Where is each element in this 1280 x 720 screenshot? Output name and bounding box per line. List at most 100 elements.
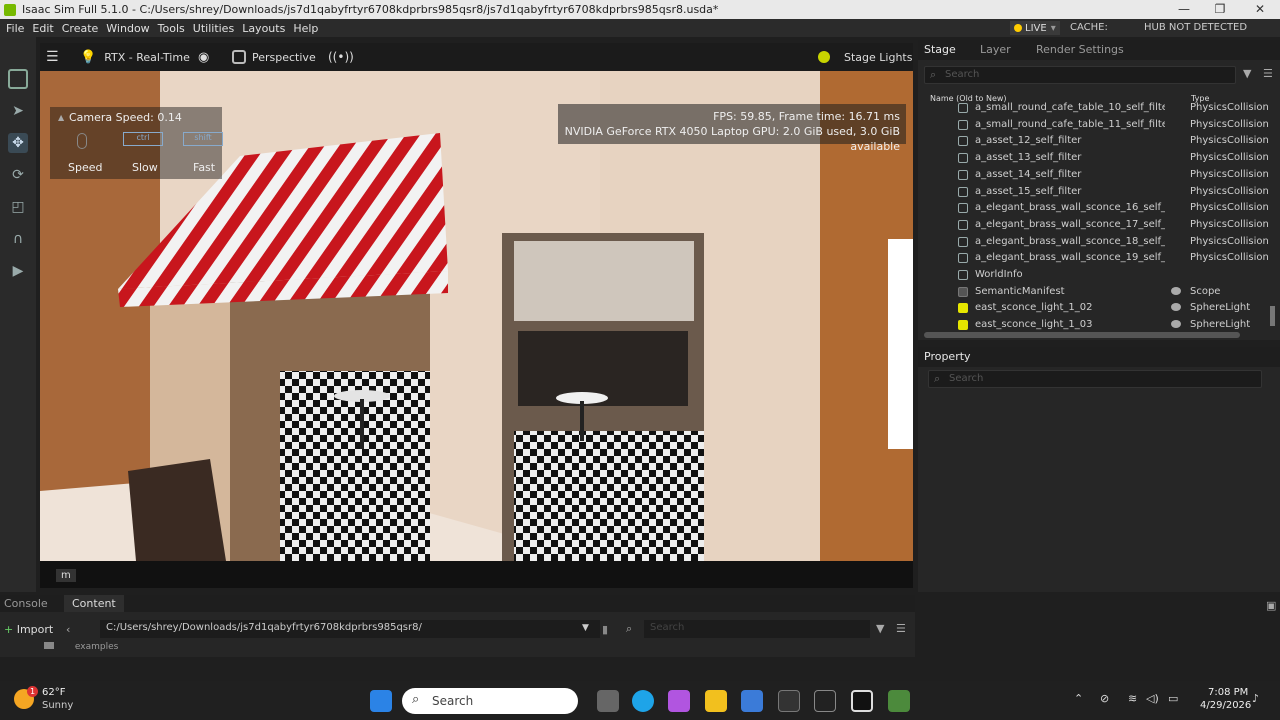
tab-stage[interactable]: Stage <box>924 43 956 56</box>
move-icon[interactable]: ✥ <box>8 133 28 153</box>
menu-utilities[interactable]: Utilities <box>189 22 238 35</box>
stage-row[interactable]: a_elegant_brass_wall_sconce_17_self_filt… <box>918 217 1273 233</box>
tab-layer[interactable]: Layer <box>980 43 1011 56</box>
stage-row[interactable]: a_small_round_cafe_table_11_self_filter P… <box>918 117 1273 133</box>
select-icon[interactable] <box>8 69 28 89</box>
menu-edit[interactable]: Edit <box>28 22 57 35</box>
camera-button[interactable]: Perspective <box>232 47 316 67</box>
stage-row-name: east_sconce_light_1_02 <box>975 302 1093 314</box>
chevron-down-icon[interactable]: ▼ <box>582 623 589 633</box>
audio-icon[interactable]: ((•)) <box>328 47 354 67</box>
tab-content[interactable]: Content <box>64 595 124 612</box>
stage-row[interactable]: a_asset_13_self_filter PhysicsCollision <box>918 150 1273 166</box>
tab-console[interactable]: Console <box>4 597 48 610</box>
filter-icon[interactable]: ▼ <box>1243 67 1251 80</box>
battery-icon[interactable]: ▭ <box>1168 692 1178 705</box>
clock-date[interactable]: 4/29/2026 <box>1200 700 1251 711</box>
task-view-icon[interactable] <box>597 690 619 712</box>
menu-window[interactable]: Window <box>102 22 153 35</box>
menu-icon[interactable]: ☰ <box>896 622 906 635</box>
minimize-button[interactable]: — <box>1164 0 1204 19</box>
mesh-icon <box>958 203 968 214</box>
chevron-up-icon[interactable]: ▲ <box>58 113 64 122</box>
stage-row[interactable]: a_asset_15_self_filter PhysicsCollision <box>918 184 1273 200</box>
measure-button[interactable]: m <box>56 569 76 582</box>
chevron-down-icon[interactable]: ▾ <box>1051 23 1056 34</box>
visibility-eye-icon[interactable] <box>1171 320 1181 329</box>
folder-item[interactable]: examples <box>44 642 118 652</box>
stage-row[interactable]: east_sconce_light_1_03 SphereLight <box>918 317 1273 333</box>
back-icon[interactable]: ‹ <box>66 623 70 636</box>
restore-button[interactable]: ❐ <box>1200 0 1240 19</box>
menu-bar: File Edit Create Window Tools Utilities … <box>0 19 1280 37</box>
3d-scene[interactable]: Camera Speed: 0.14 ▲ ctrl shift Speed Sl… <box>40 71 913 561</box>
stage-row[interactable]: a_elegant_brass_wall_sconce_18_self_filt… <box>918 234 1273 250</box>
chevron-up-icon[interactable]: ⌃ <box>1074 692 1083 705</box>
path-input[interactable]: C:/Users/shrey/Downloads/js7d1qabyfrtyr6… <box>100 620 600 638</box>
menu-icon[interactable]: ☰ <box>1263 67 1273 80</box>
wifi-icon[interactable]: ≋ <box>1128 692 1137 705</box>
tab-property[interactable]: Property <box>924 350 971 363</box>
file-explorer-icon[interactable] <box>705 690 727 712</box>
bookmark-icon[interactable]: ▮ <box>602 623 608 636</box>
isaac-sim-icon[interactable] <box>888 690 910 712</box>
epic-games-icon[interactable] <box>778 690 800 712</box>
network-off-icon[interactable]: ⊘ <box>1100 692 1109 705</box>
visibility-eye-icon[interactable] <box>1171 303 1181 312</box>
close-button[interactable]: ✕ <box>1240 0 1280 19</box>
renderer-label: RTX - Real-Time <box>104 50 190 64</box>
windows-start-icon[interactable] <box>370 690 392 712</box>
property-search-input[interactable]: Search <box>928 370 1262 388</box>
horizontal-scrollbar[interactable] <box>924 332 1240 338</box>
menu-tools[interactable]: Tools <box>154 22 189 35</box>
stage-row[interactable]: east_sconce_light_1_02 SphereLight <box>918 300 1273 316</box>
menu-create[interactable]: Create <box>58 22 103 35</box>
edge-icon[interactable] <box>632 690 654 712</box>
tab-render-settings[interactable]: Render Settings <box>1036 43 1124 56</box>
import-button[interactable]: + Import <box>4 623 53 636</box>
stage-row-name: a_elegant_brass_wall_sconce_19_self_filt <box>975 252 1165 264</box>
menu-layouts[interactable]: Layouts <box>238 22 289 35</box>
chat-icon[interactable]: ▣ <box>1266 599 1276 612</box>
store-icon[interactable] <box>741 690 763 712</box>
weather-desc: Sunny <box>42 700 74 711</box>
notification-icon[interactable]: ♪ <box>1252 692 1259 705</box>
stage-row[interactable]: a_asset_12_self_filter PhysicsCollision <box>918 133 1273 149</box>
renderer-button[interactable]: 💡 RTX - Real-Time <box>80 47 190 67</box>
stage-lights-button[interactable]: Stage Lights <box>818 47 912 67</box>
pointer-icon[interactable]: ➤ <box>8 101 28 121</box>
cube-icon <box>958 270 968 280</box>
scale-icon[interactable]: ◰ <box>8 197 28 217</box>
stage-row[interactable]: a_elegant_brass_wall_sconce_19_self_filt… <box>918 250 1273 266</box>
play-icon[interactable]: ▶ <box>8 261 28 281</box>
stage-row[interactable]: WorldInfo <box>918 267 1273 283</box>
snap-icon[interactable]: ∩ <box>8 229 28 249</box>
filter-icon[interactable]: ▼ <box>876 622 884 635</box>
taskbar-search[interactable]: ⌕ Search <box>402 688 578 714</box>
stage-row[interactable]: SemanticManifest Scope <box>918 284 1273 300</box>
clock-time[interactable]: 7:08 PM <box>1208 687 1248 698</box>
vertical-scrollbar[interactable] <box>1270 306 1275 326</box>
copilot-icon[interactable] <box>668 690 690 712</box>
settings-icon[interactable]: ☰ <box>46 47 59 67</box>
content-search-input[interactable]: Search <box>644 620 870 638</box>
visibility-eye-icon[interactable] <box>1171 286 1181 295</box>
app-icon[interactable] <box>851 690 873 712</box>
stage-search-input[interactable]: Search <box>924 66 1236 84</box>
eye-icon[interactable]: ◉ <box>198 47 209 67</box>
weather-badge: 1 <box>27 686 38 697</box>
stage-row[interactable]: a_small_round_cafe_table_10_self_filter P… <box>918 100 1273 116</box>
viewport[interactable]: ☰ 💡 RTX - Real-Time ◉ Perspective ((•)) … <box>40 43 913 588</box>
volume-icon[interactable]: ◁) <box>1146 692 1159 705</box>
camera-icon <box>232 50 246 64</box>
menu-file[interactable]: File <box>2 22 28 35</box>
terminal-icon[interactable] <box>814 690 836 712</box>
stage-row-type: PhysicsCollision <box>1190 102 1269 113</box>
live-button[interactable]: LIVE ▾ <box>1010 21 1060 35</box>
rotate-icon[interactable]: ⟳ <box>8 165 28 185</box>
stage-row[interactable]: a_asset_14_self_filter PhysicsCollision <box>918 167 1273 183</box>
shift-key-icon: shift <box>183 132 223 146</box>
stage-row[interactable]: a_elegant_brass_wall_sconce_16_self_filt… <box>918 200 1273 216</box>
stage-row-type: PhysicsCollision <box>1190 168 1269 180</box>
menu-help[interactable]: Help <box>289 22 322 35</box>
